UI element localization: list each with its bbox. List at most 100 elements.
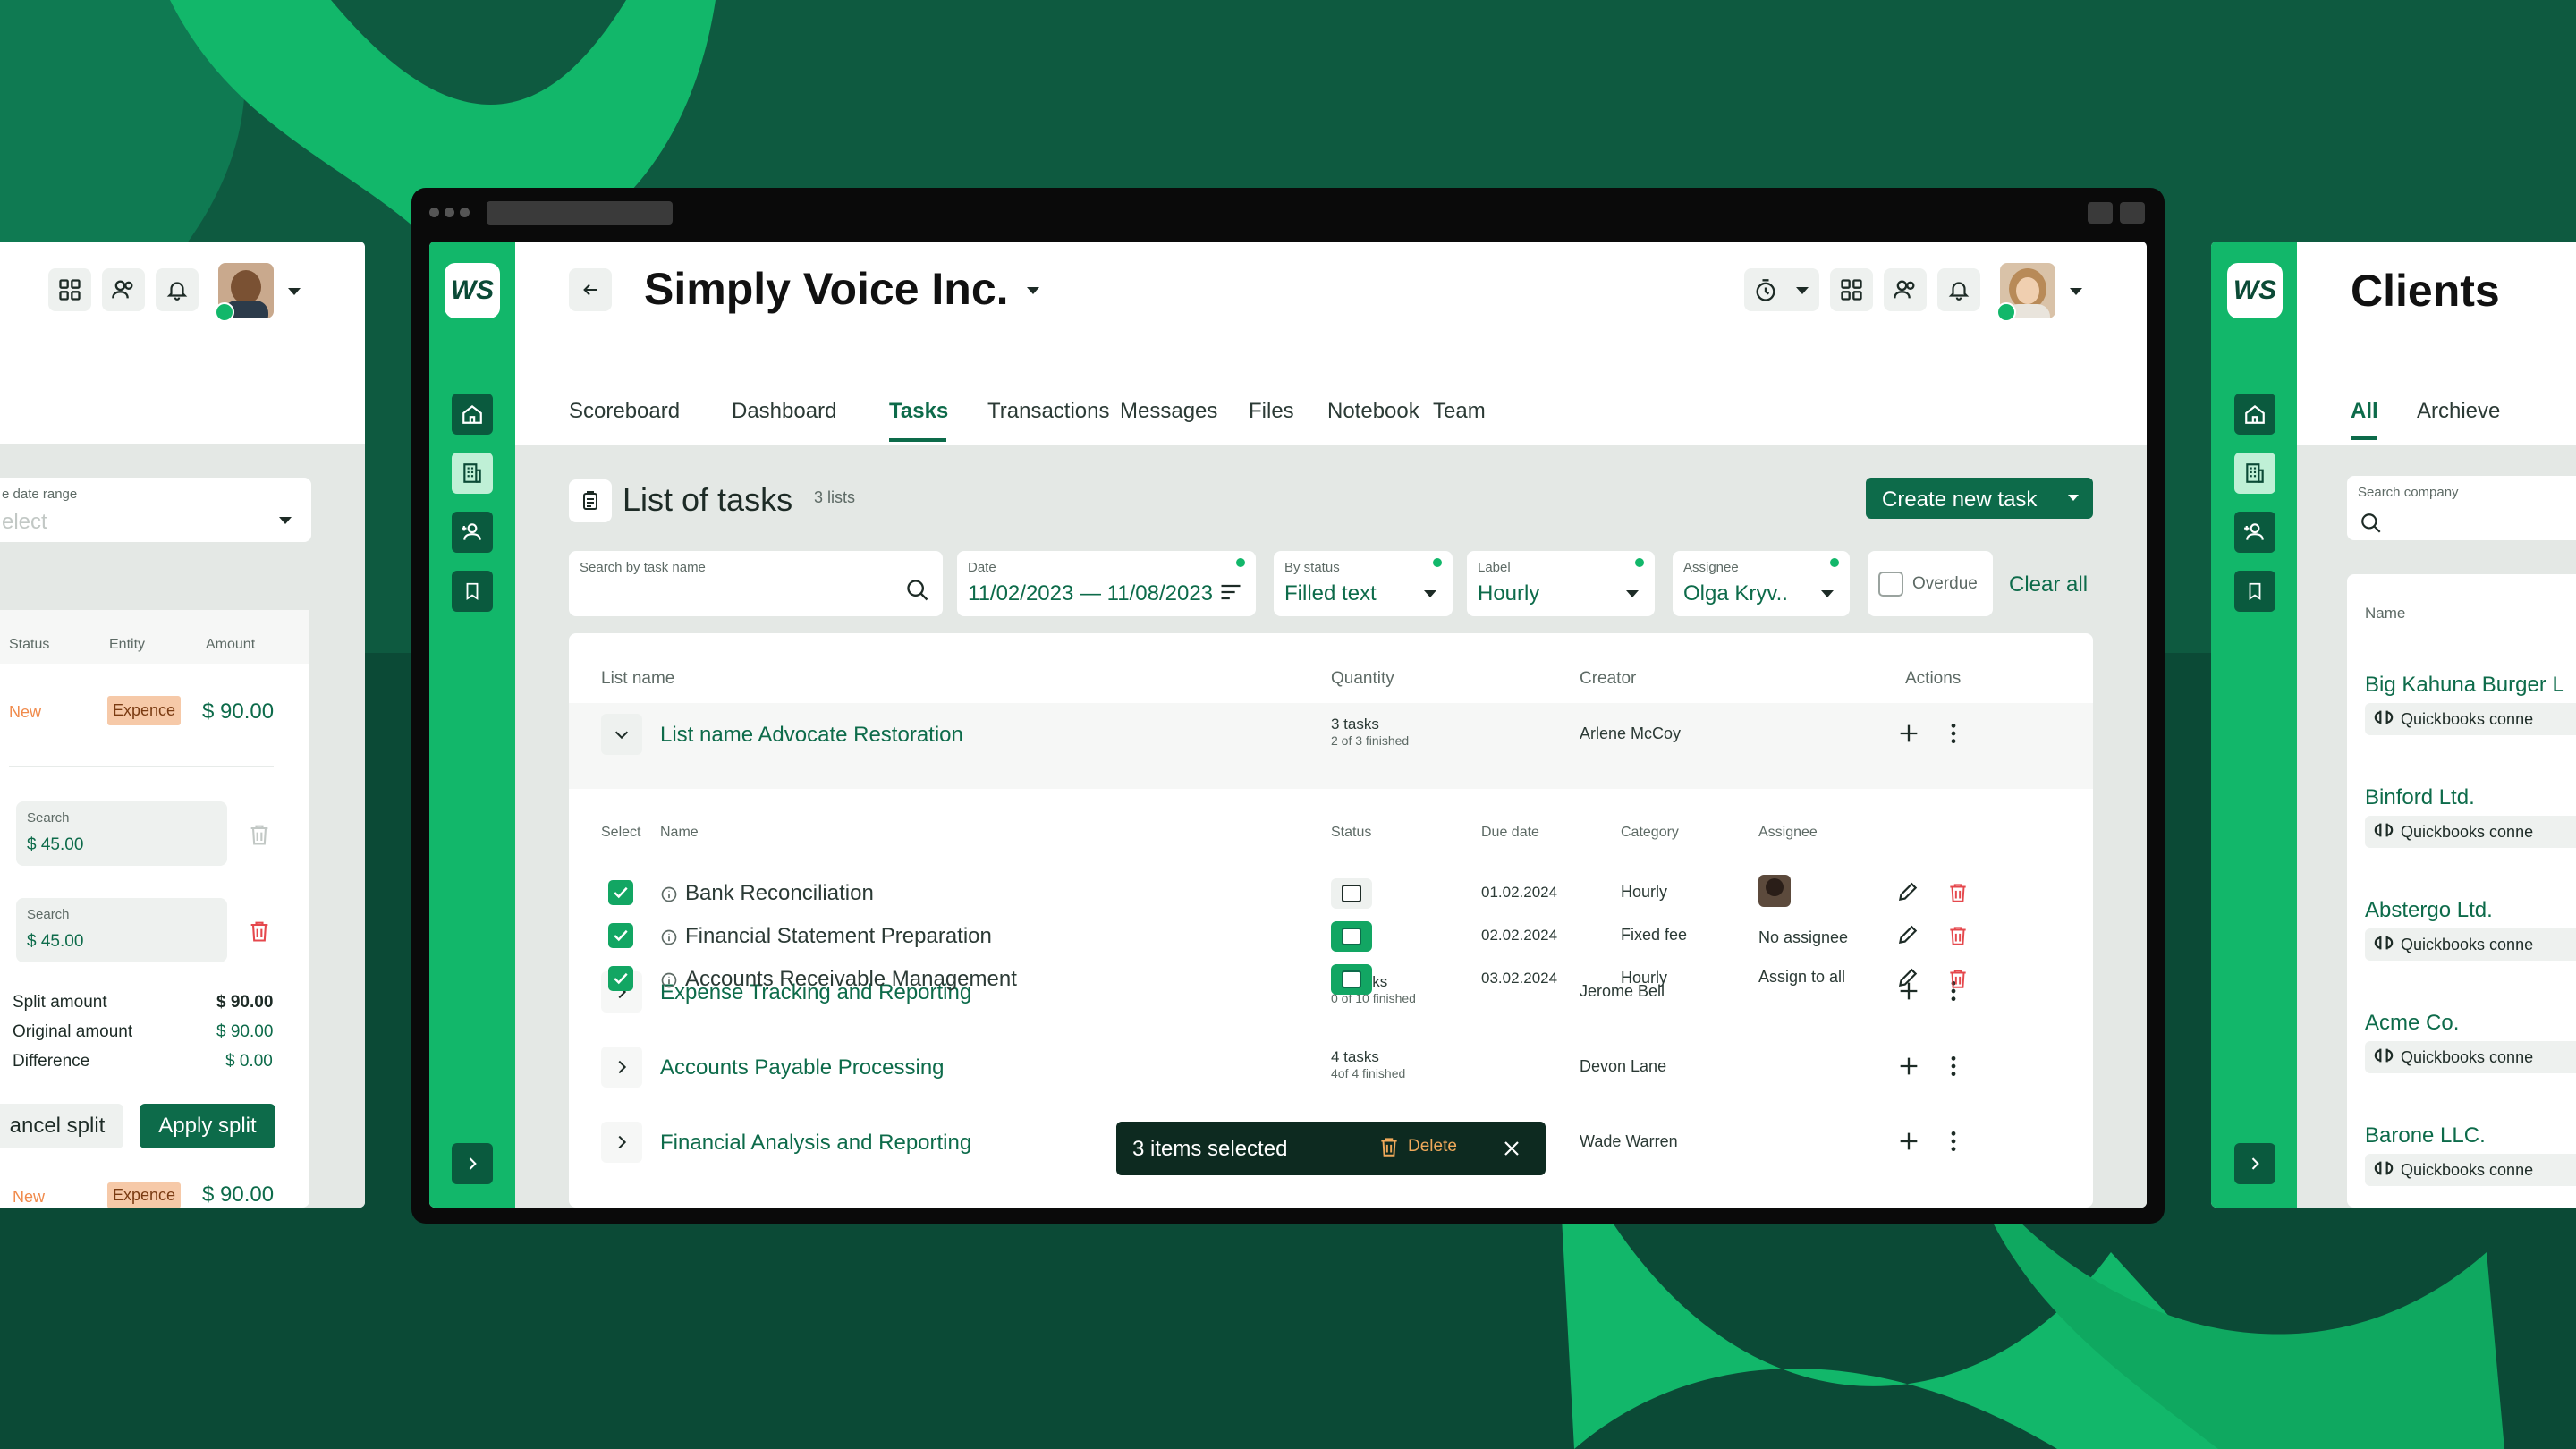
edit-icon[interactable] xyxy=(1896,923,1919,951)
summary-label: Split amount xyxy=(13,993,107,1012)
plus-icon[interactable] xyxy=(1896,721,1921,750)
building-icon[interactable] xyxy=(2234,453,2275,494)
subtask-name[interactable]: Financial Statement Preparation xyxy=(685,924,992,949)
home-icon[interactable] xyxy=(452,394,493,435)
chevron-down-icon xyxy=(1626,590,1639,597)
tab-team[interactable]: Team xyxy=(1433,399,1486,424)
due-date: 03.02.2024 xyxy=(1481,970,1558,987)
tab-all[interactable]: All xyxy=(2351,399,2378,424)
split-value: $ 45.00 xyxy=(27,932,84,951)
apps-icon[interactable] xyxy=(1830,268,1873,311)
plus-icon[interactable] xyxy=(1896,1129,1921,1158)
cancel-split-button[interactable]: ancel split xyxy=(0,1104,123,1148)
close-icon[interactable] xyxy=(1501,1138,1522,1159)
tab-messages[interactable]: Messages xyxy=(1120,399,1217,424)
add-user-icon[interactable] xyxy=(452,512,493,553)
more-icon[interactable] xyxy=(1950,722,1957,750)
client-name[interactable]: Barone LLC. xyxy=(2365,1123,2486,1148)
building-icon[interactable] xyxy=(452,453,493,494)
label-filter[interactable]: Label Hourly xyxy=(1467,551,1655,616)
chevron-down-icon[interactable] xyxy=(288,288,301,295)
client-name[interactable]: Abstergo Ltd. xyxy=(2365,898,2493,923)
split-input[interactable]: Search $ 45.00 xyxy=(16,801,227,866)
status-toggle[interactable] xyxy=(1331,964,1372,995)
date-filter[interactable]: Date 11/02/2023 — 11/08/2023 xyxy=(957,551,1256,616)
add-user-icon[interactable] xyxy=(2234,512,2275,553)
bell-icon[interactable] xyxy=(1937,268,1980,311)
status-filter[interactable]: By status Filled text xyxy=(1274,551,1453,616)
status-toggle[interactable] xyxy=(1331,878,1372,909)
company-title[interactable]: Simply Voice Inc. xyxy=(644,263,1009,315)
users-icon[interactable] xyxy=(102,268,145,311)
plus-icon[interactable] xyxy=(1896,1054,1921,1083)
tasks-count: 3 lists xyxy=(814,488,856,506)
bookmark-icon[interactable] xyxy=(452,571,493,612)
chevron-down-icon[interactable] xyxy=(1027,287,1039,294)
delete-selected-button[interactable]: Delete xyxy=(1377,1134,1457,1159)
split-input[interactable]: Search $ 45.00 xyxy=(16,898,227,962)
client-name[interactable]: Big Kahuna Burger L xyxy=(2365,673,2564,698)
more-icon[interactable] xyxy=(1950,1130,1957,1157)
date-range-value: elect xyxy=(2,510,47,534)
tab-archieve[interactable]: Archieve xyxy=(2417,399,2500,424)
expand-button[interactable] xyxy=(601,1122,642,1163)
chevron-down-icon[interactable] xyxy=(2070,288,2082,295)
subtask-name[interactable]: Bank Reconciliation xyxy=(685,881,874,906)
trash-icon[interactable] xyxy=(1946,923,1970,953)
tab-tasks[interactable]: Tasks xyxy=(889,399,948,424)
tab-transactions[interactable]: Transactions xyxy=(987,399,1110,424)
tab-dashboard[interactable]: Dashboard xyxy=(732,399,836,424)
trash-icon[interactable] xyxy=(247,821,272,848)
collapse-button[interactable] xyxy=(601,714,642,755)
timer-button[interactable] xyxy=(1744,268,1819,311)
search-input[interactable]: Search by task name xyxy=(569,551,943,616)
shield-icon xyxy=(215,302,234,322)
list-name[interactable]: Financial Analysis and Reporting xyxy=(660,1131,971,1156)
date-range-select[interactable]: e date range elect xyxy=(0,478,311,542)
column-list-name: List name xyxy=(601,669,675,688)
expand-button[interactable] xyxy=(601,1046,642,1088)
create-task-label: Create new task xyxy=(1882,487,2038,512)
list-name[interactable]: Accounts Payable Processing xyxy=(660,1055,945,1080)
create-task-button[interactable]: Create new task xyxy=(1866,478,2093,519)
users-icon[interactable] xyxy=(1884,268,1927,311)
address-bar[interactable] xyxy=(487,201,673,225)
subtask-assignee[interactable]: Assign to all xyxy=(1758,968,1845,987)
tab-notebook[interactable]: Notebook xyxy=(1327,399,1419,424)
more-icon[interactable] xyxy=(1950,1055,1957,1082)
overdue-toggle[interactable]: Overdue xyxy=(1868,551,1993,616)
status-toggle[interactable] xyxy=(1331,921,1372,952)
select-checkbox[interactable] xyxy=(608,966,633,991)
list-name[interactable]: List name Advocate Restoration xyxy=(660,723,963,748)
status-value: Filled text xyxy=(1284,581,1377,606)
subtask-name[interactable]: Accounts Receivable Management xyxy=(685,967,1017,992)
home-icon[interactable] xyxy=(2234,394,2275,435)
entity-badge: Expence xyxy=(107,1182,182,1208)
select-checkbox[interactable] xyxy=(608,880,633,905)
clear-all-link[interactable]: Clear all xyxy=(2009,572,2088,597)
edit-icon[interactable] xyxy=(1896,966,1919,994)
edit-icon[interactable] xyxy=(1896,880,1919,908)
overdue-checkbox[interactable] xyxy=(1878,572,1903,597)
creator: Arlene McCoy xyxy=(1580,724,1682,742)
expand-sidebar-icon[interactable] xyxy=(452,1143,493,1184)
apply-split-button[interactable]: Apply split xyxy=(140,1104,275,1148)
expand-sidebar-icon[interactable] xyxy=(2234,1143,2275,1184)
select-checkbox[interactable] xyxy=(608,923,633,948)
bookmark-icon[interactable] xyxy=(2234,571,2275,612)
client-name[interactable]: Binford Ltd. xyxy=(2365,785,2475,810)
window-button[interactable] xyxy=(2088,202,2113,224)
tab-files[interactable]: Files xyxy=(1249,399,1294,424)
trash-icon[interactable] xyxy=(247,918,272,945)
search-company-input[interactable]: Search company xyxy=(2347,476,2576,540)
back-button[interactable] xyxy=(569,268,612,311)
window-button[interactable] xyxy=(2120,202,2145,224)
client-name[interactable]: Acme Co. xyxy=(2365,1011,2459,1036)
bell-icon[interactable] xyxy=(156,268,199,311)
apps-icon[interactable] xyxy=(48,268,91,311)
assignee-filter[interactable]: Assignee Olga Kryv.. xyxy=(1673,551,1850,616)
trash-icon[interactable] xyxy=(1946,966,1970,996)
status-label: By status xyxy=(1284,560,1340,575)
trash-icon[interactable] xyxy=(1946,880,1970,910)
tab-scoreboard[interactable]: Scoreboard xyxy=(569,399,680,424)
